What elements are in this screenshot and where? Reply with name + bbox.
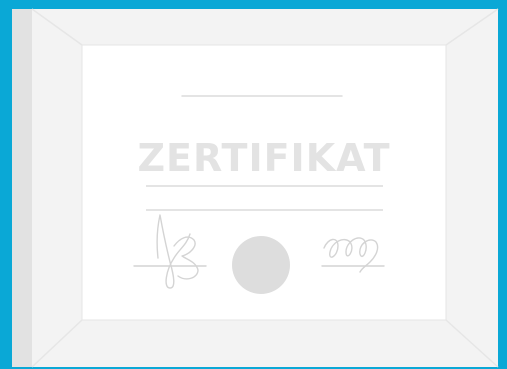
seal-icon [232, 236, 290, 294]
certificate-title: ZERTIFIKAT [137, 136, 391, 180]
certificate-graphic [12, 8, 499, 368]
certificate-illustration: ZERTIFIKAT [0, 0, 507, 369]
